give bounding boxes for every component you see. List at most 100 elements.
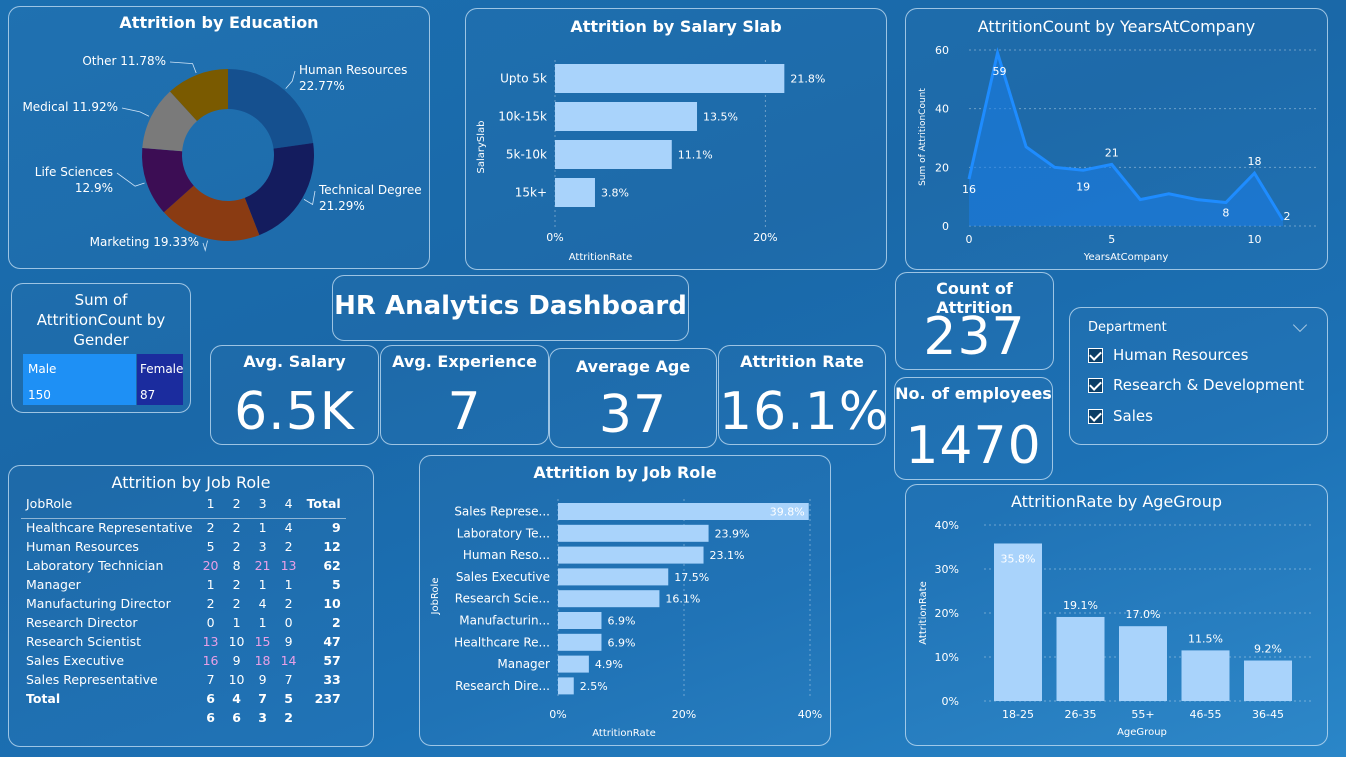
matrix-total-cell: 47	[323, 634, 341, 649]
matrix-role-cell: Manager	[26, 577, 81, 592]
bar-data-label: 4.9%	[595, 658, 623, 671]
matrix-total-cell: 2	[332, 615, 341, 630]
y-axis-title: Sum of AttritionCount	[918, 88, 928, 186]
matrix-total-row: Total 6 4 7 5 237	[21, 689, 346, 708]
education-donut-card: Attrition by Education Human Resources 22…	[8, 6, 430, 269]
matrix-empty-cell	[21, 708, 198, 727]
kpi-avg-experience: Avg. Experience 7	[380, 345, 549, 445]
gender-male-value: 150	[28, 388, 51, 402]
table-row[interactable]: Laboratory Technician 20 8 21 13 62	[21, 556, 346, 575]
donut-slice-value: 12.9%	[75, 181, 113, 195]
department-item-rd[interactable]: Research & Development	[1088, 376, 1304, 394]
matrix-total-cell: 9	[332, 520, 341, 536]
agegroup-bar-chart: 0% 10% 20% 30% 40% 35.8% 18-25 19.1% 26-35 17.0% 5…	[918, 519, 1311, 738]
bar	[558, 524, 709, 542]
department-item-sales[interactable]: Sales	[1088, 407, 1153, 425]
checkbox-checked-icon[interactable]	[1088, 408, 1103, 424]
matrix-total-value: 7	[258, 691, 267, 706]
gender-male-tile[interactable]: Male 150	[23, 354, 136, 405]
table-row[interactable]: Research Director 0 1 1 0 2	[21, 613, 346, 632]
x-tick-label: 40%	[798, 708, 822, 721]
kpi-avg-salary-value: 6.5K	[234, 382, 355, 442]
donut-leader-line	[285, 70, 296, 89]
table-row[interactable]: Human Resources 5 2 3 2 12	[21, 537, 346, 556]
y-category-label: Manager	[497, 657, 550, 671]
kpi-average-age: Average Age 37	[549, 348, 717, 448]
donut-slice-value: 22.77%	[299, 79, 345, 93]
x-tick-label: 10	[1247, 233, 1261, 246]
matrix-value-cell: 7	[206, 672, 215, 687]
y-category-label: Sales Represe...	[454, 505, 550, 519]
x-axis-title: AttritionRate	[569, 252, 632, 263]
matrix-value-cell: 4	[258, 596, 267, 611]
y-tick-label: 30%	[935, 563, 959, 576]
matrix-header-cell: 3	[249, 490, 276, 519]
bar-data-label: 21.8%	[790, 73, 825, 86]
bar	[1244, 660, 1292, 701]
table-row[interactable]: Sales Representative 7 10 9 7 33	[21, 670, 346, 689]
table-row[interactable]: Research Scientist 13 10 15 9 47	[21, 632, 346, 651]
job-role-matrix-card: Attrition by Job Role JobRole 1 2 3 4 Total He…	[8, 465, 374, 747]
point-data-label: 59	[993, 65, 1007, 78]
matrix-total-value: 2	[284, 710, 293, 725]
kpi-count-attrition: Count of Attrition 237	[895, 272, 1054, 370]
matrix-value-cell: 9	[284, 634, 293, 649]
matrix-value-cell: 1	[232, 615, 241, 630]
kpi-avg-salary: Avg. Salary 6.5K	[210, 345, 379, 445]
y-tick-label: 0	[942, 220, 949, 233]
age-group-card: AttritionRate by AgeGroup 0% 10% 20% 30% 40%…	[905, 484, 1328, 746]
kpi-attrition-rate: Attrition Rate 16.1%	[718, 345, 888, 445]
table-row[interactable]: Manufacturing Director 2 2 4 2 10	[21, 594, 346, 613]
matrix-role-cell: Manufacturing Director	[26, 596, 171, 611]
matrix-value-cell: 2	[284, 596, 293, 611]
area-fill	[969, 52, 1283, 226]
table-row[interactable]: Manager 1 2 1 1 5	[21, 575, 346, 594]
matrix-role-cell: Sales Representative	[26, 672, 158, 687]
matrix-role-cell: Sales Executive	[26, 653, 125, 668]
bar	[558, 590, 660, 608]
matrix-value-cell: 15	[254, 634, 271, 649]
checkbox-checked-icon[interactable]	[1088, 347, 1103, 363]
dashboard-title: HR Analytics Dashboard	[334, 291, 687, 321]
y-category-label: Research Dire...	[455, 679, 550, 693]
bar	[558, 546, 704, 564]
checkbox-checked-icon[interactable]	[1088, 377, 1103, 393]
matrix-role-cell: Laboratory Technician	[26, 558, 164, 573]
matrix-value-cell: 1	[258, 520, 267, 536]
matrix-header-cell: JobRole	[21, 490, 198, 519]
matrix-empty-cell	[302, 708, 346, 727]
matrix-role-cell: Research Scientist	[26, 634, 141, 649]
kpi-employees: No. of employees 1470	[894, 377, 1053, 480]
department-title: Department	[1088, 320, 1167, 335]
department-item-hr[interactable]: Human Resources	[1088, 346, 1248, 364]
matrix-value-cell: 9	[232, 653, 241, 668]
donut-leader-line	[202, 240, 208, 252]
y-category-label: Human Reso...	[463, 548, 550, 562]
bar-data-label: 11.5%	[1188, 632, 1223, 645]
kpi-employees-label: No. of employees	[895, 384, 1052, 403]
kpi-attrition-rate-label: Attrition Rate	[740, 352, 864, 371]
donut-slice-label: Human Resources	[299, 63, 407, 77]
donut-slice-label: Technical Degree	[318, 183, 422, 197]
bar-data-label: 16.1%	[665, 593, 700, 606]
bar-data-label: 23.9%	[715, 527, 750, 540]
table-row[interactable]: Healthcare Representative 2 2 1 4 9	[21, 518, 346, 537]
matrix-value-cell: 0	[284, 615, 293, 630]
gender-female-label: Female	[140, 362, 184, 376]
bar-data-label: 9.2%	[1254, 643, 1282, 656]
gender-female-tile[interactable]: Female 87	[137, 354, 183, 405]
chevron-down-icon[interactable]	[1292, 317, 1308, 333]
y-category-label: 5k-10k	[506, 148, 547, 162]
bar-data-label: 11.1%	[678, 149, 713, 162]
education-donut-chart: Human Resources 22.77% Technical Degree 21.…	[22, 54, 422, 252]
matrix-total-cell: 33	[323, 672, 341, 687]
bar	[558, 568, 669, 586]
bar-data-label: 2.5%	[580, 680, 608, 693]
table-row[interactable]: Sales Executive 16 9 18 14 57	[21, 651, 346, 670]
matrix-total-value: 5	[284, 691, 293, 706]
matrix-value-cell: 13	[202, 634, 219, 649]
matrix-total-value: 4	[232, 691, 241, 706]
x-axis-title: YearsAtCompany	[1083, 252, 1169, 263]
point-data-label: 2	[1284, 210, 1291, 223]
matrix-value-cell: 9	[258, 672, 267, 687]
